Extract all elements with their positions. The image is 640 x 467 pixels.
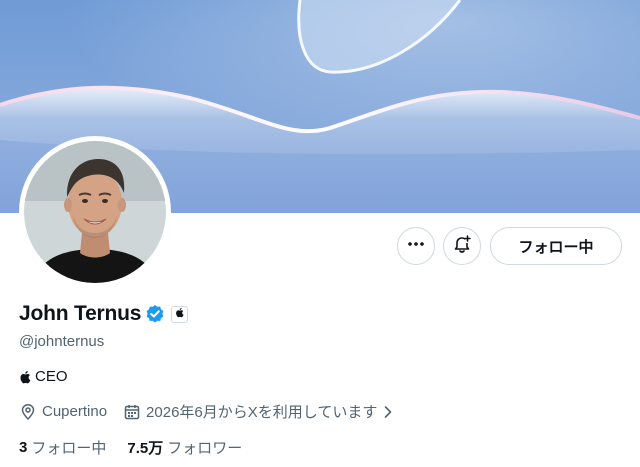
name-row: John Ternus (19, 302, 189, 326)
profile-meta: Cupertino 2026年6月からXを利用しています (19, 401, 393, 422)
chevron-right-icon[interactable] (383, 405, 393, 419)
avatar[interactable] (24, 141, 166, 283)
apple-logo-icon (19, 370, 31, 384)
calendar-icon (123, 403, 141, 421)
user-handle: @johnternus (19, 333, 105, 350)
follow-stats: 3 フォロー中 7.5万 フォロワー (19, 437, 242, 458)
display-name: John Ternus (19, 302, 142, 325)
followers-label: フォロワー (167, 440, 243, 457)
joined-date[interactable]: 2026年6月からXを利用しています (146, 401, 377, 422)
followers-stat[interactable]: 7.5万 フォロワー (127, 437, 242, 458)
bio-text: CEO (35, 368, 68, 385)
following-stat[interactable]: 3 フォロー中 (19, 437, 106, 458)
more-button[interactable] (397, 227, 435, 265)
verified-badge-icon[interactable] (145, 304, 165, 324)
location-pin-icon (19, 403, 37, 421)
following-label: フォロー中 (31, 440, 107, 457)
bell-plus-icon (452, 234, 472, 259)
more-icon (407, 235, 425, 258)
apple-logo-icon (175, 305, 184, 323)
notifications-button[interactable] (443, 227, 481, 265)
avatar-frame[interactable] (19, 136, 171, 288)
followers-count: 7.5万 (127, 440, 164, 457)
bio: CEO (19, 368, 68, 385)
following-count: 3 (19, 439, 28, 456)
location-text: Cupertino (42, 403, 108, 420)
following-button[interactable]: フォロー中 (490, 227, 622, 265)
affiliation-badge[interactable] (171, 305, 189, 323)
